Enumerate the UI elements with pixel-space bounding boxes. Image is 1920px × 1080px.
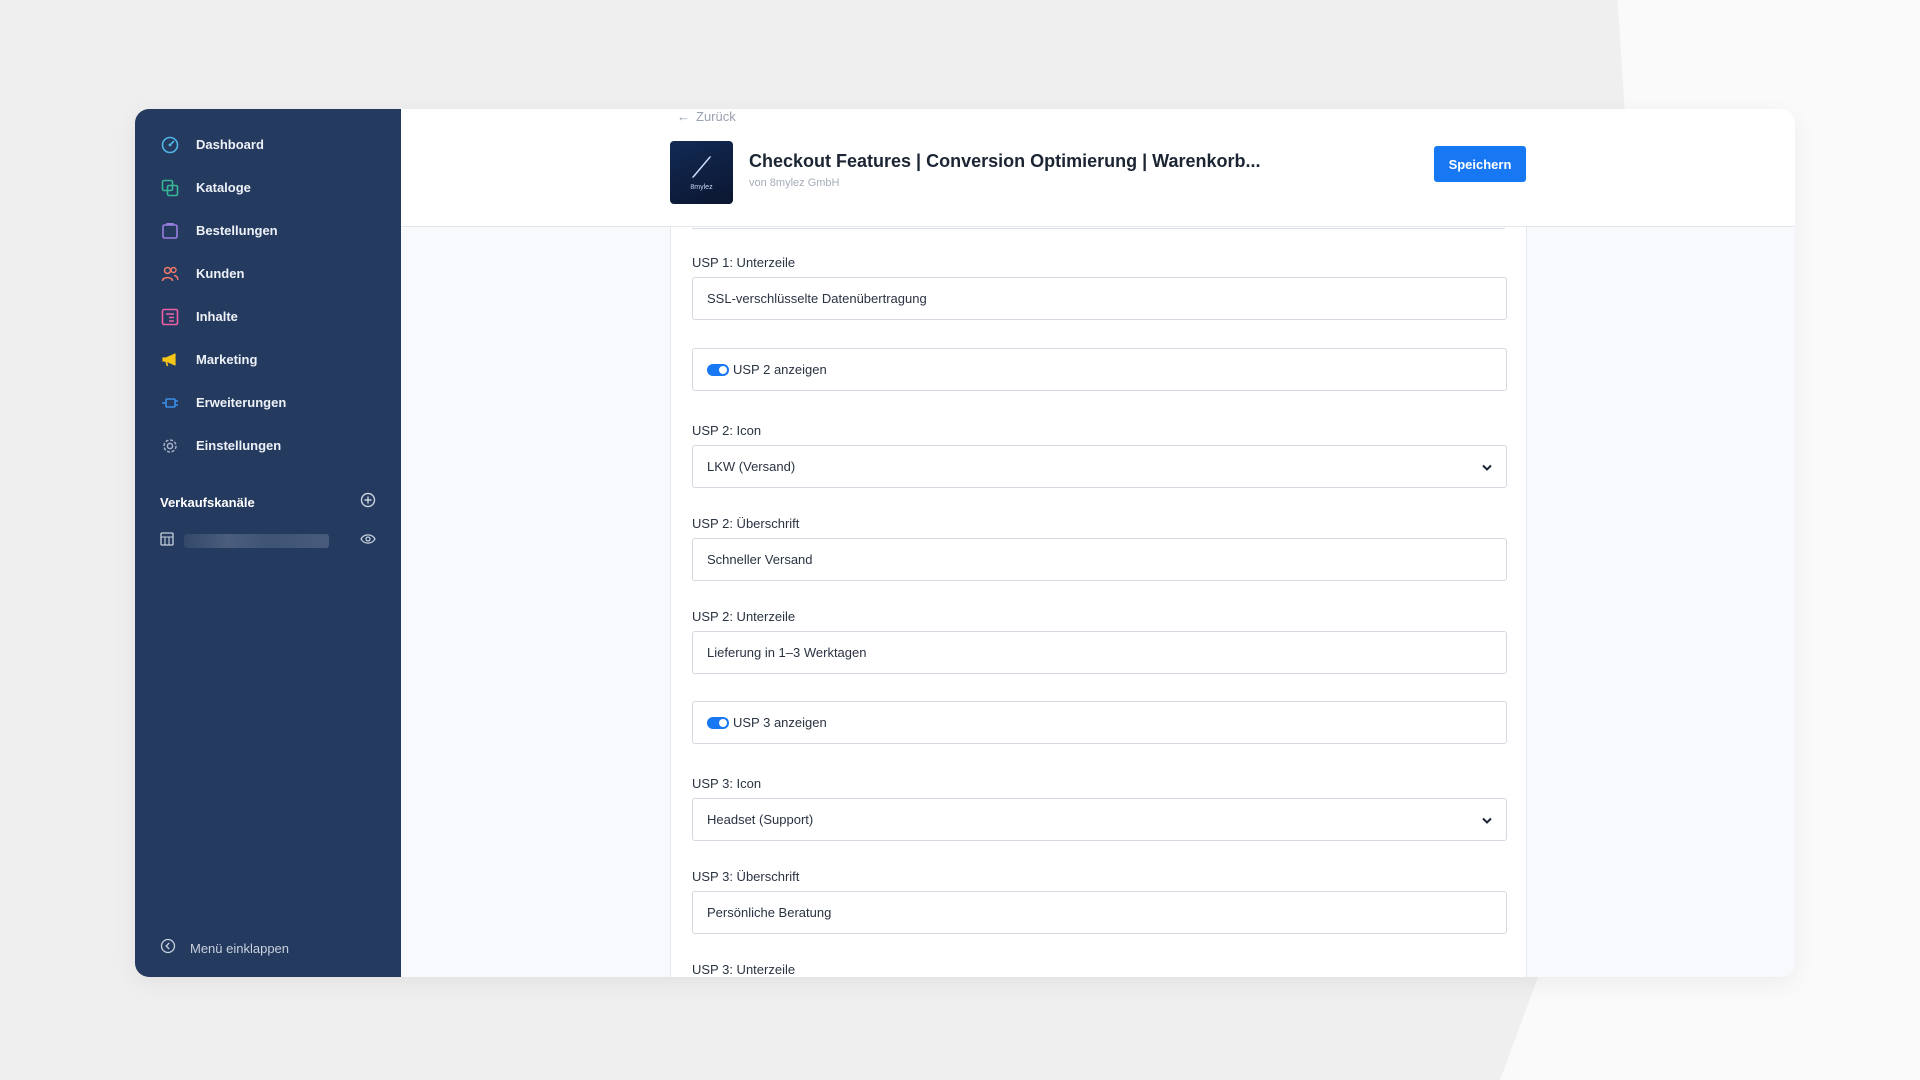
sales-channels-header: Verkaufskanäle — [160, 492, 376, 513]
app-detail-header: ← Zurück ⟋ 8mylez Checkout Features | Co… — [401, 109, 1795, 227]
sidebar-item-kunden[interactable]: Kunden — [135, 252, 401, 295]
save-button[interactable]: Speichern — [1434, 146, 1526, 182]
content-list-icon — [160, 307, 180, 327]
collapse-menu-label: Menü einklappen — [190, 941, 290, 956]
logo-text: 8mylez — [690, 184, 713, 191]
usp3-show-toggle[interactable] — [707, 716, 729, 729]
usp2-show-label: USP 2 anzeigen — [733, 362, 827, 377]
arrow-left-icon: ← — [677, 109, 690, 124]
dashboard-gauge-icon — [160, 135, 180, 155]
usp3-subline-label: USP 3: Unterzeile — [692, 962, 796, 977]
collapse-menu-button[interactable]: Menü einklappen — [160, 938, 289, 959]
usp3-icon-select[interactable]: Headset (Support) — [692, 798, 1507, 841]
sidebar-item-kataloge[interactable]: Kataloge — [135, 166, 401, 209]
sidebar-item-label: Erweiterungen — [196, 395, 287, 410]
back-link[interactable]: ← Zurück — [677, 109, 736, 124]
sidebar-item-label: Marketing — [196, 352, 258, 367]
sidebar-item-einstellungen[interactable]: Einstellungen — [135, 424, 401, 467]
eye-icon[interactable] — [360, 532, 376, 550]
app-vendor: von 8mylez GmbH — [749, 177, 840, 189]
plugin-icon — [160, 393, 180, 413]
usp2-show-toggle[interactable] — [707, 363, 729, 376]
logo-mark-icon: ⟋ — [691, 152, 712, 183]
sidebar-item-inhalte[interactable]: Inhalte — [135, 295, 401, 338]
sidebar-item-erweiterungen[interactable]: Erweiterungen — [135, 381, 401, 424]
megaphone-icon — [160, 350, 180, 370]
usp2-icon-label: USP 2: Icon — [692, 423, 762, 438]
config-form: USP 1: Unterzeile USP 2 anzeigen USP 2: … — [670, 227, 1527, 977]
sidebar-item-label: Bestellungen — [196, 223, 278, 238]
catalog-icon — [160, 178, 180, 198]
usp3-icon-selected-value: Headset (Support) — [707, 812, 814, 827]
sidebar-item-label: Dashboard — [196, 137, 264, 152]
usp2-subline-input[interactable] — [692, 631, 1507, 674]
chevron-down-icon — [1482, 459, 1492, 474]
main-area: ← Zurück ⟋ 8mylez Checkout Features | Co… — [401, 109, 1795, 977]
usp3-icon-label: USP 3: Icon — [692, 776, 762, 791]
usp2-show-toggle-field[interactable]: USP 2 anzeigen — [692, 348, 1507, 391]
add-sales-channel-icon[interactable] — [360, 492, 376, 513]
sales-channels-title: Verkaufskanäle — [160, 495, 255, 510]
usp3-heading-label: USP 3: Überschrift — [692, 869, 800, 884]
usp3-show-label: USP 3 anzeigen — [733, 715, 827, 730]
sidebar-nav: Dashboard Kataloge Bestellungen Kunden I… — [135, 109, 401, 467]
users-icon — [160, 264, 180, 284]
chevron-left-circle-icon — [160, 938, 176, 959]
admin-window: Dashboard Kataloge Bestellungen Kunden I… — [135, 109, 1795, 977]
usp3-show-toggle-field[interactable]: USP 3 anzeigen — [692, 701, 1507, 744]
previous-field-bottom-edge — [692, 227, 1505, 229]
chevron-down-icon — [1482, 812, 1492, 827]
gear-icon — [160, 436, 180, 456]
app-logo: ⟋ 8mylez — [670, 141, 733, 204]
sales-channel-item[interactable] — [160, 530, 376, 552]
usp2-icon-selected-value: LKW (Versand) — [707, 459, 796, 474]
usp1-subline-label: USP 1: Unterzeile — [692, 255, 796, 270]
usp2-subline-label: USP 2: Unterzeile — [692, 609, 796, 624]
shopping-bag-icon — [160, 221, 180, 241]
sidebar-item-label: Kunden — [196, 266, 245, 281]
sidebar-item-dashboard[interactable]: Dashboard — [135, 123, 401, 166]
back-label: Zurück — [696, 109, 736, 124]
usp1-subline-input[interactable] — [692, 277, 1507, 320]
sidebar-item-label: Kataloge — [196, 180, 251, 195]
usp3-heading-input[interactable] — [692, 891, 1507, 934]
sidebar-item-label: Inhalte — [196, 309, 238, 324]
sidebar: Dashboard Kataloge Bestellungen Kunden I… — [135, 109, 401, 977]
usp2-heading-label: USP 2: Überschrift — [692, 516, 800, 531]
app-title: Checkout Features | Conversion Optimieru… — [749, 151, 1261, 171]
usp2-heading-input[interactable] — [692, 538, 1507, 581]
sidebar-item-bestellungen[interactable]: Bestellungen — [135, 209, 401, 252]
sidebar-item-label: Einstellungen — [196, 438, 282, 453]
usp2-icon-select[interactable]: LKW (Versand) — [692, 445, 1507, 488]
storefront-icon — [160, 531, 174, 551]
sales-channel-name-redacted — [184, 534, 329, 548]
sidebar-item-marketing[interactable]: Marketing — [135, 338, 401, 381]
